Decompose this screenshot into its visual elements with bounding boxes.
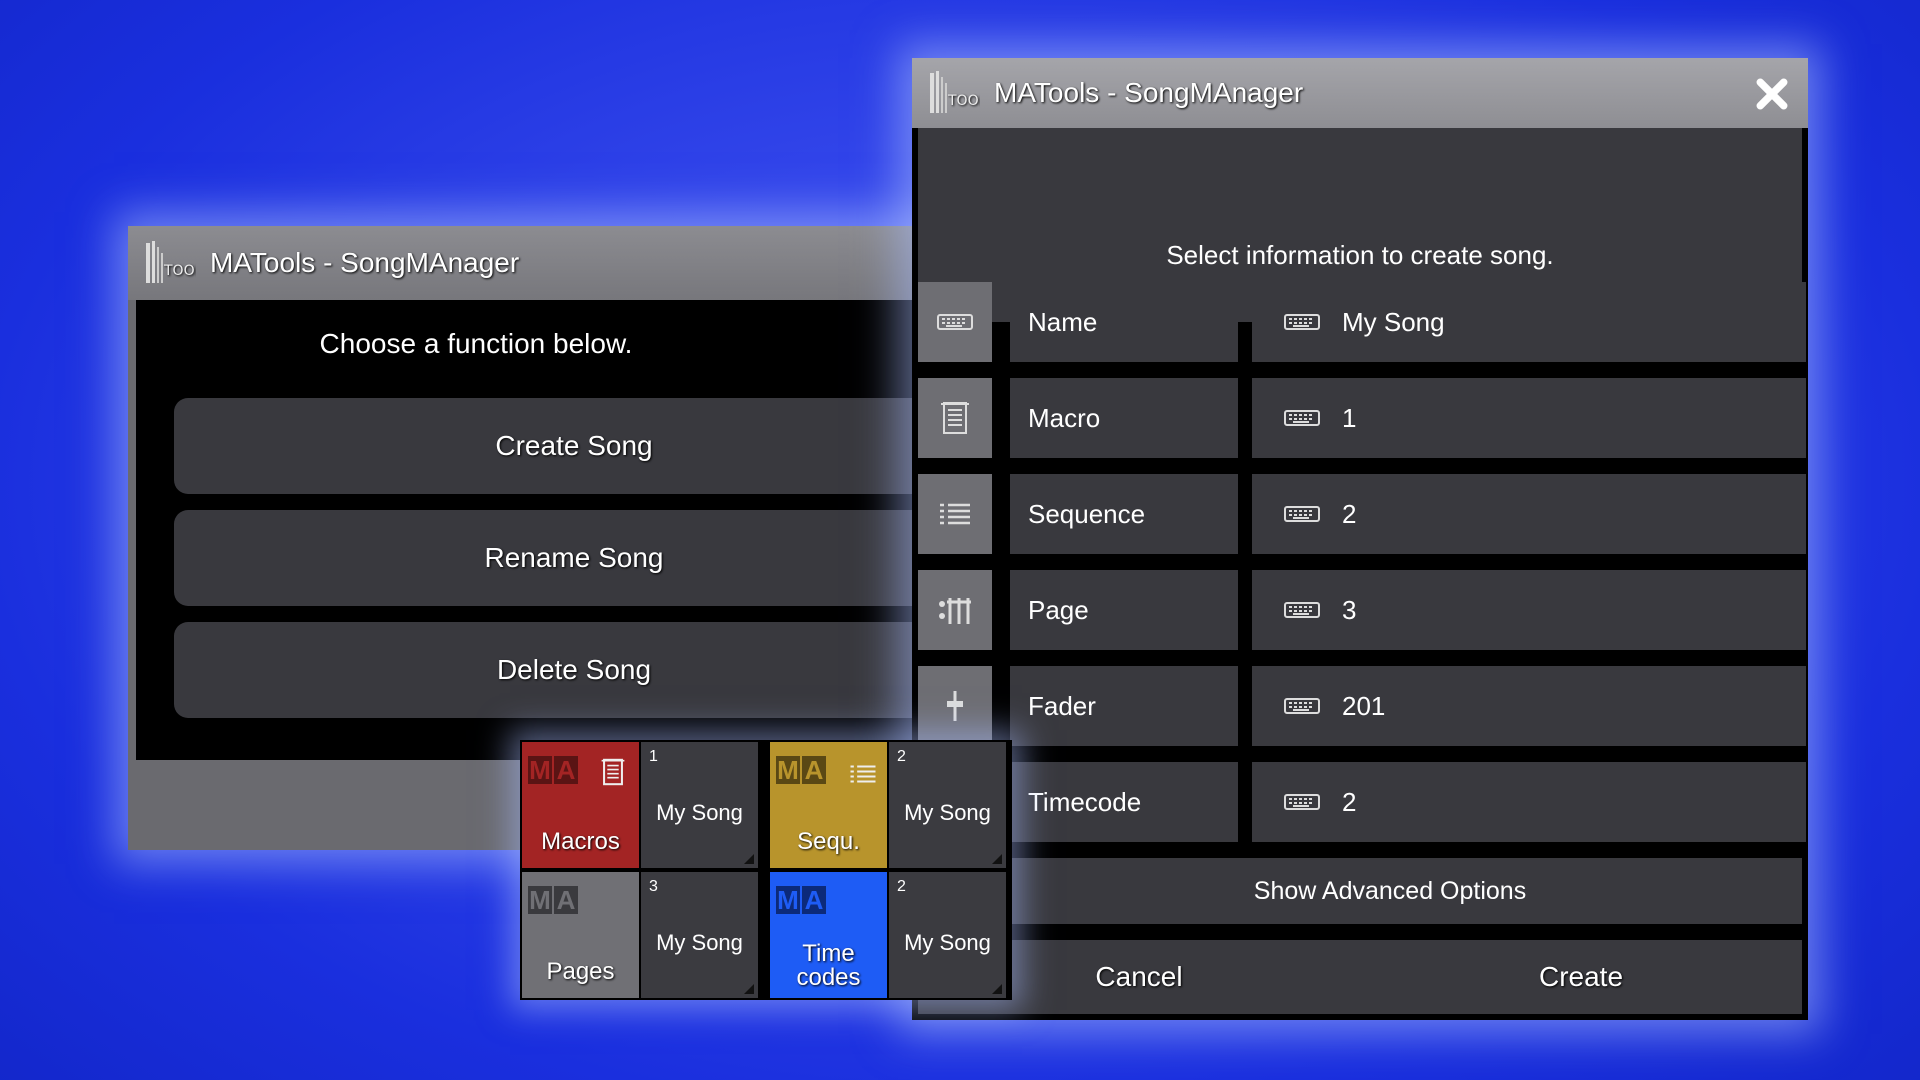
create-song-dialog: TOOLS MATools - SongMAnager Select infor… [912,58,1808,1020]
function-prompt: Choose a function below. [319,328,633,359]
timecode-song-item[interactable]: 2 My Song [889,872,1006,998]
list-icon [850,765,876,783]
macro-item-number: 1 [649,748,658,765]
svg-text:TOOLS: TOOLS [163,263,196,279]
dialog-footer: Cancel Create [918,940,1802,1014]
timecodes-label-line1: Time [802,940,855,967]
macro-icon [941,402,969,434]
page-row-icon-cell [918,570,992,650]
dialog-prompt: Select information to create song. [1166,240,1554,270]
timecode-field[interactable]: 2 [1252,762,1806,842]
sequence-value: 2 [1342,498,1357,529]
create-button[interactable]: Create [1360,940,1802,1014]
sequence-item-number: 2 [897,748,906,765]
name-field[interactable]: My Song [1252,282,1806,362]
timecode-item-name: My Song [904,930,991,955]
keyboard-icon[interactable] [1284,506,1320,522]
macro-icon [601,758,625,786]
ma-logo: MA [528,756,580,784]
pages-pool-button[interactable]: MA Pages [522,872,639,998]
timecode-item-number: 2 [897,878,906,895]
keyboard-icon[interactable] [1284,602,1320,618]
keyboard-icon[interactable] [1284,698,1320,714]
ma-logo: MA [776,756,828,784]
sequence-row-icon-cell [918,474,992,554]
show-advanced-options-button[interactable]: Show Advanced Options [918,858,1802,924]
page-icon [939,598,971,624]
corner-marker [744,984,754,994]
keyboard-icon [937,314,973,330]
fader-field[interactable]: 201 [1252,666,1806,746]
name-row-icon-cell [918,282,992,362]
page-value: 3 [1342,594,1357,625]
macros-pool-button[interactable]: MA Macros [522,742,639,868]
list-icon [940,503,970,525]
svg-text:TOOLS: TOOLS [947,93,980,109]
macro-item-name: My Song [656,800,743,825]
ma-logo: MA [776,886,828,914]
timecodes-pool-button[interactable]: MA Time codes [770,872,887,998]
matools-logo-icon: TOOLS [930,71,980,113]
page-item-number: 3 [649,878,658,895]
delete-song-button[interactable]: Delete Song [174,622,974,718]
macro-song-item[interactable]: 1 My Song [641,742,758,868]
keyboard-icon[interactable] [1284,410,1320,426]
fader-icon [947,691,963,721]
timecode-value: 2 [1342,786,1357,817]
timecodes-label-line2: codes [796,964,861,991]
macro-label: Macro [1010,378,1238,458]
pool-grid: MA Macros 1 My Song MA Sequ. 2 My Song M… [520,740,1012,1000]
corner-marker [992,984,1002,994]
page-item-name: My Song [656,930,743,955]
corner-marker [992,854,1002,864]
function-window-titlebar[interactable]: TOOLS MATools - SongMAnager [128,226,966,300]
fader-value: 201 [1342,690,1386,721]
form-rows: Name My Song Macro 1 Sequence 2 Page 3 F… [918,282,1806,852]
dialog-titlebar[interactable]: TOOLS MATools - SongMAnager [912,58,1808,128]
fader-row-icon-cell [918,666,992,746]
create-song-button[interactable]: Create Song [174,398,974,494]
timecode-label: Timecode [1010,762,1238,842]
macro-value: 1 [1342,402,1357,433]
corner-marker [744,854,754,864]
macro-row-icon-cell [918,378,992,458]
ma-logo: MA [528,886,580,914]
fader-label: Fader [1010,666,1238,746]
sequences-pool-label: Sequ. [797,828,860,855]
page-field[interactable]: 3 [1252,570,1806,650]
macros-pool-label: Macros [541,828,620,855]
sequence-item-name: My Song [904,800,991,825]
dialog-title: MATools - SongMAnager [994,77,1304,108]
keyboard-icon[interactable] [1284,794,1320,810]
rename-song-button[interactable]: Rename Song [174,510,974,606]
pages-pool-label: Pages [546,958,615,985]
function-window-title: MATools - SongMAnager [210,247,520,278]
name-label: Name [1010,282,1238,362]
close-icon[interactable] [1756,78,1788,110]
keyboard-icon[interactable] [1284,314,1320,330]
sequence-field[interactable]: 2 [1252,474,1806,554]
page-song-item[interactable]: 3 My Song [641,872,758,998]
function-window-body: Choose a function below. Create Song Ren… [136,300,974,760]
timecodes-pool-label: Time codes [770,942,887,990]
sequence-song-item[interactable]: 2 My Song [889,742,1006,868]
sequence-label: Sequence [1010,474,1238,554]
page-label: Page [1010,570,1238,650]
sequences-pool-button[interactable]: MA Sequ. [770,742,887,868]
matools-logo-icon: TOOLS [146,241,196,283]
macro-field[interactable]: 1 [1252,378,1806,458]
name-value: My Song [1342,306,1445,337]
